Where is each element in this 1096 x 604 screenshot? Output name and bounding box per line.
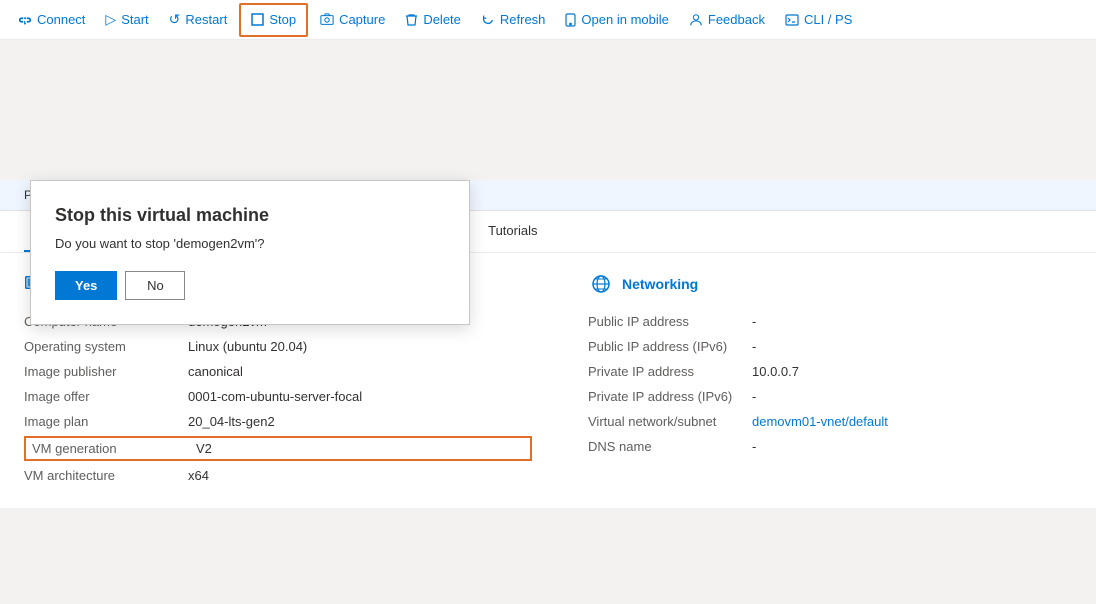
stop-dialog-desc-text: Do you want to stop 'demogen2vm'? <box>55 236 265 251</box>
stop-dialog: Stop this virtual machine Do you want to… <box>30 180 470 325</box>
connect-button[interactable]: Connect <box>8 0 95 40</box>
connect-icon <box>18 13 32 27</box>
capture-button[interactable]: Capture <box>310 0 395 40</box>
prop-label-image-publisher: Image publisher <box>24 364 184 379</box>
prop-row-vm-architecture: VM architecture x64 <box>24 463 532 488</box>
feedback-label: Feedback <box>708 12 765 27</box>
open-mobile-icon <box>565 13 576 27</box>
prop-value-vnet[interactable]: demovm01-vnet/default <box>752 414 1072 429</box>
cli-ps-label: CLI / PS <box>804 12 852 27</box>
start-icon: ▷ <box>105 11 116 28</box>
delete-label: Delete <box>423 12 461 27</box>
prop-row-private-ip: Private IP address 10.0.0.7 <box>588 359 1072 384</box>
stop-dialog-title: Stop this virtual machine <box>55 205 445 226</box>
start-button[interactable]: ▷ Start <box>95 0 158 40</box>
capture-icon <box>320 13 334 27</box>
prop-row-os: Operating system Linux (ubuntu 20.04) <box>24 334 532 359</box>
prop-label-os: Operating system <box>24 339 184 354</box>
prop-row-public-ip-v6: Public IP address (IPv6) - <box>588 334 1072 359</box>
prop-value-os: Linux (ubuntu 20.04) <box>188 339 532 354</box>
feedback-icon <box>689 13 703 27</box>
stop-yes-button[interactable]: Yes <box>55 271 117 300</box>
prop-value-vm-generation: V2 <box>196 441 524 456</box>
prop-value-public-ip: - <box>752 314 1072 329</box>
prop-label-vnet: Virtual network/subnet <box>588 414 748 429</box>
stop-button[interactable]: Stop <box>239 3 308 37</box>
stop-dialog-buttons: Yes No <box>55 271 445 300</box>
networking-section-header: Networking <box>588 273 1072 295</box>
stop-dialog-description: Do you want to stop 'demogen2vm'? <box>55 236 445 251</box>
start-label: Start <box>121 12 148 27</box>
refresh-icon <box>481 13 495 27</box>
prop-label-private-ip-v6: Private IP address (IPv6) <box>588 389 748 404</box>
prop-label-public-ip-v6: Public IP address (IPv6) <box>588 339 748 354</box>
prop-label-image-plan: Image plan <box>24 414 184 429</box>
prop-label-image-offer: Image offer <box>24 389 184 404</box>
open-mobile-label: Open in mobile <box>581 12 668 27</box>
refresh-button[interactable]: Refresh <box>471 0 556 40</box>
networking-section: Networking Public IP address - Public IP… <box>548 273 1072 488</box>
delete-button[interactable]: Delete <box>395 0 471 40</box>
prop-label-vm-architecture: VM architecture <box>24 468 184 483</box>
prop-row-public-ip: Public IP address - <box>588 309 1072 334</box>
prop-label-private-ip: Private IP address <box>588 364 748 379</box>
prop-row-private-ip-v6: Private IP address (IPv6) - <box>588 384 1072 409</box>
toolbar: Connect ▷ Start ↺ Restart Stop Capture D… <box>0 0 1096 40</box>
networking-section-title: Networking <box>622 276 698 292</box>
cli-ps-icon <box>785 14 799 26</box>
prop-row-image-publisher: Image publisher canonical <box>24 359 532 384</box>
connect-label: Connect <box>37 12 85 27</box>
prop-value-image-publisher: canonical <box>188 364 532 379</box>
prop-value-private-ip: 10.0.0.7 <box>752 364 1072 379</box>
prop-value-public-ip-v6: - <box>752 339 1072 354</box>
prop-row-image-offer: Image offer 0001-com-ubuntu-server-focal <box>24 384 532 409</box>
restart-button[interactable]: ↺ Restart <box>159 0 238 40</box>
page-content: Stop this virtual machine Do you want to… <box>0 180 1096 508</box>
capture-label: Capture <box>339 12 385 27</box>
restart-label: Restart <box>185 12 227 27</box>
prop-value-image-plan: 20_04-lts-gen2 <box>188 414 532 429</box>
restart-icon: ↺ <box>169 11 181 28</box>
stop-label: Stop <box>269 12 296 27</box>
cli-ps-button[interactable]: CLI / PS <box>775 0 862 40</box>
refresh-label: Refresh <box>500 12 546 27</box>
stop-no-button[interactable]: No <box>125 271 185 300</box>
prop-row-vnet: Virtual network/subnet demovm01-vnet/def… <box>588 409 1072 434</box>
prop-row-dns: DNS name - <box>588 434 1072 459</box>
prop-label-vm-generation: VM generation <box>32 441 192 456</box>
prop-value-image-offer: 0001-com-ubuntu-server-focal <box>188 389 532 404</box>
prop-value-vm-architecture: x64 <box>188 468 532 483</box>
prop-value-private-ip-v6: - <box>752 389 1072 404</box>
prop-label-public-ip: Public IP address <box>588 314 748 329</box>
tab-tutorials[interactable]: Tutorials <box>472 211 553 252</box>
prop-label-dns: DNS name <box>588 439 748 454</box>
vm-name-in-dialog: demogen2vm <box>176 236 255 251</box>
delete-icon <box>405 13 418 27</box>
networking-icon <box>588 273 614 295</box>
prop-row-image-plan: Image plan 20_04-lts-gen2 <box>24 409 532 434</box>
stop-icon <box>251 13 264 26</box>
prop-row-vm-generation: VM generation V2 <box>24 436 532 461</box>
feedback-button[interactable]: Feedback <box>679 0 775 40</box>
prop-value-dns: - <box>752 439 1072 454</box>
open-mobile-button[interactable]: Open in mobile <box>555 0 678 40</box>
